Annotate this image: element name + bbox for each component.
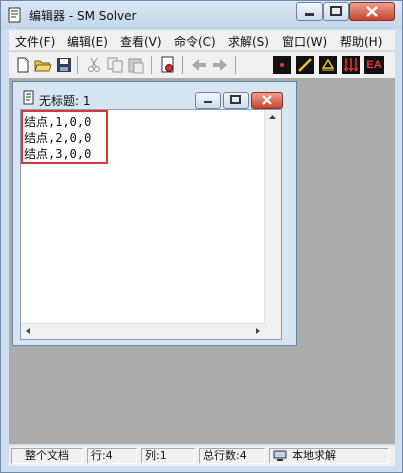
save-icon[interactable] [55,56,73,74]
minimize-icon [204,101,212,103]
mdi-workspace: 无标题: 1 结点,1,0,0 结点,2,0,0 结点,3,0,0 [9,78,395,444]
menu-command[interactable]: 命令(C) [174,33,216,50]
new-document-icon[interactable] [14,56,32,74]
toolbar: EA [9,51,395,78]
maximize-icon [230,95,241,104]
menu-edit[interactable]: 编辑(E) [67,33,108,50]
menu-file[interactable]: 文件(F) [15,33,55,50]
menu-solve[interactable]: 求解(S) [228,33,269,50]
computer-icon [273,450,287,461]
menu-window[interactable]: 窗口(W) [282,33,327,50]
paste-icon[interactable] [127,56,145,74]
status-bar: 整个文档 行:4 列:1 总行数:4 本地求解 [9,446,395,466]
status-col: 列:1 [141,448,195,464]
highlight-box [21,110,108,164]
status-row: 行:4 [87,448,137,464]
ea-button[interactable]: EA [364,56,384,74]
text-editor[interactable]: 结点,1,0,0 结点,2,0,0 结点,3,0,0 [20,109,282,340]
element-icon[interactable] [296,56,314,74]
window-title: 编辑器 - SM Solver [29,9,137,23]
app-icon [8,7,21,23]
minimize-button[interactable] [296,2,323,21]
status-solver-label: 本地求解 [292,449,336,462]
menu-bar: 文件(F) 编辑(E) 查看(V) 命令(C) 求解(S) 窗口(W) 帮助(H… [9,30,395,50]
maximize-button[interactable] [323,2,349,21]
document-icon [23,90,34,105]
load-icon[interactable] [342,56,360,74]
open-folder-icon[interactable] [34,56,52,74]
close-icon [366,6,378,17]
maximize-icon [330,6,342,16]
horizontal-scrollbar[interactable] [21,323,265,339]
status-solver: 本地求解 [269,448,389,464]
support-icon[interactable] [319,56,337,74]
document-title: 无标题: 1 [39,94,91,108]
close-icon [262,95,272,105]
close-button[interactable] [349,2,395,21]
vertical-scrollbar[interactable] [264,110,281,339]
editor-window: 编辑器 - SM Solver 文件(F) 编辑(E) 查看(V) 命令(C) … [0,0,403,473]
size-grip [265,324,281,339]
title-bar: 编辑器 - SM Solver [1,1,402,29]
menu-help[interactable]: 帮助(H) [340,33,382,50]
status-total: 总行数:4 [199,448,265,464]
status-scope: 整个文档 [11,448,83,464]
doc-minimize-button[interactable] [195,92,221,109]
cut-icon[interactable] [85,56,103,74]
arrow-right-icon[interactable] [211,56,229,74]
minimize-icon [305,13,314,16]
settings-document-icon[interactable] [159,56,177,74]
scroll-left-icon[interactable] [21,324,35,338]
copy-icon[interactable] [106,56,124,74]
scroll-right-icon[interactable] [251,324,265,338]
scroll-up-icon[interactable] [265,110,280,124]
doc-maximize-button[interactable] [223,92,249,109]
doc-close-button[interactable] [251,92,283,109]
node-icon[interactable] [273,56,291,74]
menu-view[interactable]: 查看(V) [120,33,162,50]
arrow-left-icon[interactable] [190,56,208,74]
document-window: 无标题: 1 结点,1,0,0 结点,2,0,0 结点,3,0,0 [12,81,297,346]
